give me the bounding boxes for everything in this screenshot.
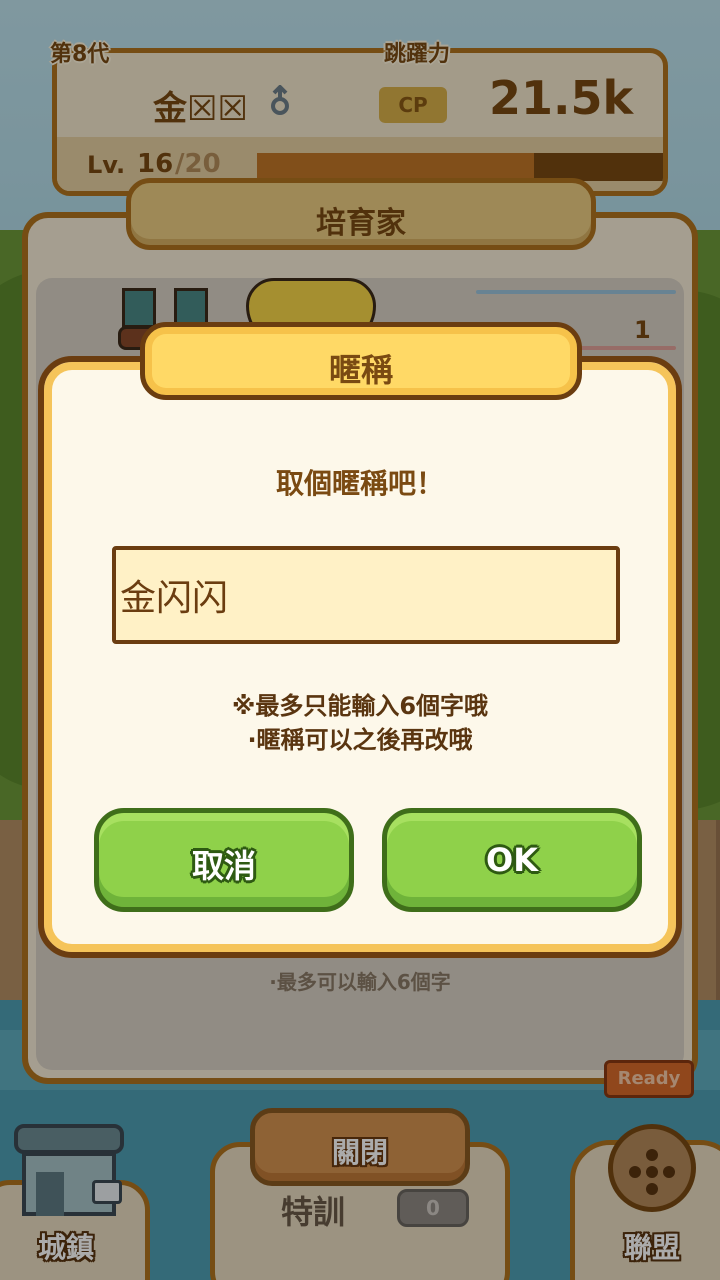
cancel-button[interactable]: 取消 bbox=[94, 808, 354, 912]
nickname-input[interactable] bbox=[112, 546, 620, 644]
nickname-hint-change-later: ·暱稱可以之後再改哦 bbox=[247, 726, 473, 754]
cancel-button-label: 取消 bbox=[191, 847, 256, 885]
ok-button[interactable]: OK bbox=[382, 808, 642, 912]
nickname-dialog: 取個暱稱吧！ ※最多只能輸入6個字哦 ·暱稱可以之後再改哦 取消 OK bbox=[38, 356, 682, 958]
dialog-title-tab: 暱稱 bbox=[140, 322, 582, 400]
dialog-title: 暱稱 bbox=[328, 351, 393, 389]
nickname-hint-max-chars: ※最多只能輸入6個字哦 bbox=[231, 692, 489, 720]
nickname-prompt: 取個暱稱吧！ bbox=[275, 467, 444, 500]
ok-button-label: OK bbox=[486, 841, 538, 879]
